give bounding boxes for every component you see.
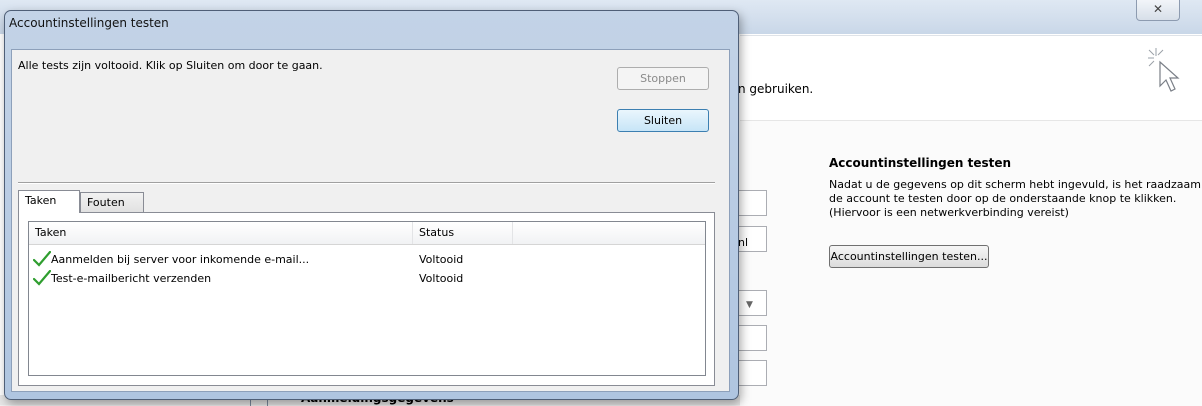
stop-button[interactable]: Stoppen (617, 67, 709, 90)
list-header: Taken Status (29, 222, 705, 245)
checkmark-icon (33, 270, 51, 286)
background-field-fragment: nl (738, 236, 749, 249)
tab-panel-taken: Taken Status Aanmelden bij server voor i… (18, 212, 715, 386)
tab-taken[interactable]: Taken (18, 190, 80, 213)
task-name: Aanmelden bij server voor inkomende e-ma… (51, 253, 310, 266)
chevron-down-icon: ▼ (746, 300, 753, 310)
list-item[interactable]: Aanmelden bij server voor inkomende e-ma… (29, 251, 705, 269)
separator (18, 182, 715, 184)
list-item[interactable]: Test-e-mailbericht verzenden Voltooid (29, 270, 705, 288)
cursor-sparkle-icon (1148, 48, 1180, 92)
column-header-taken[interactable]: Taken (29, 222, 413, 244)
test-account-settings-dialog: Accountinstellingen testen Alle tests zi… (4, 10, 739, 400)
tab-fouten[interactable]: Fouten (80, 192, 144, 213)
background-input-field[interactable] (737, 190, 767, 216)
task-name: Test-e-mailbericht verzenden (51, 272, 212, 285)
task-list[interactable]: Taken Status Aanmelden bij server voor i… (28, 221, 706, 376)
dialog-body: Alle tests zijn voltooid. Klik op Sluite… (11, 49, 730, 392)
background-input-field[interactable] (737, 360, 767, 386)
background-close-button[interactable]: ✕ (1136, 0, 1180, 21)
background-intro-text: n gebruiken. (738, 82, 814, 96)
close-button[interactable]: Sluiten (617, 109, 709, 132)
column-header-status[interactable]: Status (413, 222, 513, 244)
column-header-empty (513, 222, 705, 244)
test-account-settings-button[interactable]: Accountinstellingen testen... (829, 245, 989, 268)
task-status: Voltooid (419, 272, 464, 285)
checkmark-icon (33, 251, 51, 267)
background-input-field[interactable] (737, 325, 767, 351)
dialog-title: Accountinstellingen testen (9, 16, 169, 30)
dialog-message: Alle tests zijn voltooid. Klik op Sluite… (18, 59, 323, 72)
test-settings-description: Nadat u de gegevens op dit scherm hebt i… (829, 178, 1201, 219)
task-status: Voltooid (419, 253, 464, 266)
background-header-divider (740, 35, 1202, 36)
test-settings-heading: Accountinstellingen testen (829, 156, 1012, 170)
